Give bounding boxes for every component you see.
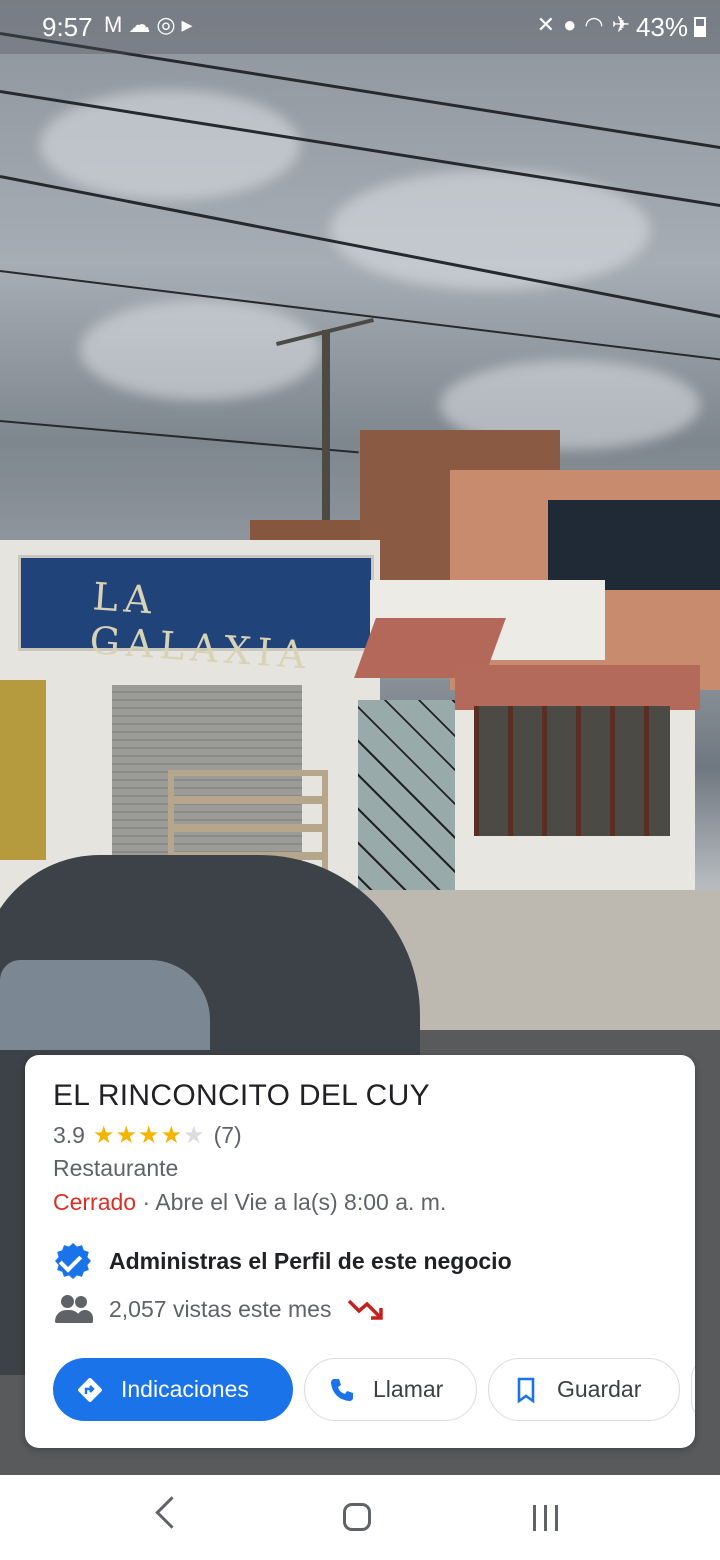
wifi-icon: ◠: [584, 12, 612, 37]
directions-icon: [78, 1377, 102, 1402]
star-icon: ★: [92, 1122, 116, 1149]
verified-badge-icon: [53, 1241, 93, 1281]
more-actions-button[interactable]: [691, 1358, 695, 1421]
views-count: 2,057 vistas este mes: [109, 1295, 332, 1322]
directions-label: Indicaciones: [121, 1376, 249, 1402]
iron-gate: [358, 700, 456, 912]
open-status: Cerrado: [53, 1189, 137, 1215]
call-label: Llamar: [373, 1376, 444, 1402]
battery-percent: 43%: [635, 12, 688, 42]
mute-icon: ✕: [536, 12, 564, 37]
place-category: Restaurante: [53, 1155, 179, 1181]
system-icons: ✕●◠✈: [537, 12, 638, 38]
call-button[interactable]: Llamar: [304, 1358, 477, 1421]
people-icon: [53, 1293, 93, 1325]
bookmark-icon: [517, 1377, 535, 1404]
airplane-icon: ✈: [611, 12, 638, 37]
business-profile-row[interactable]: Administras el Perfil de este negocio: [53, 1241, 512, 1281]
back-icon[interactable]: [155, 1496, 188, 1529]
home-icon[interactable]: [343, 1503, 371, 1531]
star-icon: ★: [138, 1122, 161, 1149]
rating-row[interactable]: 3.9 ★★★★★ (7): [53, 1121, 242, 1150]
notification-icons: M☁◎▸: [104, 12, 199, 38]
business-profile-text: Administras el Perfil de este negocio: [109, 1247, 512, 1274]
open-hours: Cerrado · Abre el Vie a la(s) 8:00 a. m.: [53, 1189, 446, 1216]
status-bar: 9:57 M☁◎▸ ✕●◠✈ 43%: [0, 0, 720, 54]
navigation-bar: [0, 1475, 720, 1560]
storefront-sign: LA GALAXIA: [18, 555, 374, 678]
directions-button[interactable]: Indicaciones: [53, 1358, 293, 1421]
gmail-icon: M: [104, 12, 129, 37]
instagram-icon: ◎: [156, 12, 182, 37]
place-title: EL RINCONCITO DEL CUY: [53, 1079, 430, 1112]
star-empty-icon: ★: [183, 1122, 206, 1149]
save-button[interactable]: Guardar: [488, 1358, 680, 1421]
views-row[interactable]: 2,057 vistas este mes: [53, 1293, 387, 1325]
star-rating: ★★★★★: [93, 1121, 206, 1150]
weather-icon: ☁: [128, 12, 157, 37]
status-time: 9:57: [42, 12, 93, 42]
trending-down-icon: [348, 1299, 384, 1320]
place-card[interactable]: EL RINCONCITO DEL CUY 3.9 ★★★★★ (7) Rest…: [25, 1055, 695, 1448]
phone-icon: [331, 1378, 353, 1401]
hours-text: · Abre el Vie a la(s) 8:00 a. m.: [136, 1189, 447, 1215]
location-icon: ●: [563, 12, 585, 37]
battery-icon: [694, 17, 706, 37]
action-buttons: Indicaciones Llamar Guardar: [53, 1358, 695, 1421]
rating-value: 3.9: [53, 1122, 85, 1148]
media-icon: ▸: [181, 12, 199, 37]
save-label: Guardar: [557, 1376, 642, 1402]
review-count: (7): [213, 1122, 242, 1148]
star-icon: ★: [115, 1122, 139, 1149]
star-icon: ★: [160, 1122, 184, 1149]
recent-apps-icon[interactable]: [533, 1505, 561, 1531]
